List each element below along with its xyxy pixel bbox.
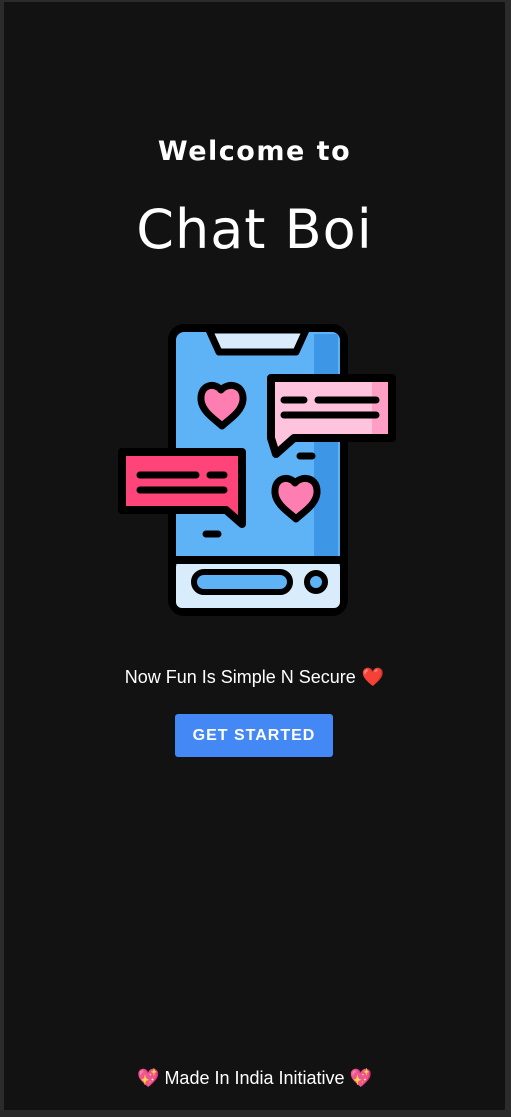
welcome-heading: Welcome to <box>157 136 352 167</box>
footer-text: Made In India Initiative <box>164 1068 345 1088</box>
app-title: Chat Boi <box>136 198 373 261</box>
welcome-screen: Welcome to Chat Boi Now Fun Is Simple N … <box>4 2 505 1110</box>
sparkling-heart-icon: 💖 <box>349 1068 372 1088</box>
sparkling-heart-icon: 💖 <box>137 1068 160 1088</box>
get-started-button[interactable]: GET STARTED <box>175 714 333 757</box>
tagline: Now Fun Is Simple N Secure ❤️ <box>4 667 505 688</box>
footer-note: 💖 Made In India Initiative 💖 <box>4 1068 505 1089</box>
tagline-text: Now Fun Is Simple N Secure <box>124 667 356 687</box>
phone-chat-hearts-icon <box>114 322 404 622</box>
red-heart-icon: ❤️ <box>361 667 385 687</box>
